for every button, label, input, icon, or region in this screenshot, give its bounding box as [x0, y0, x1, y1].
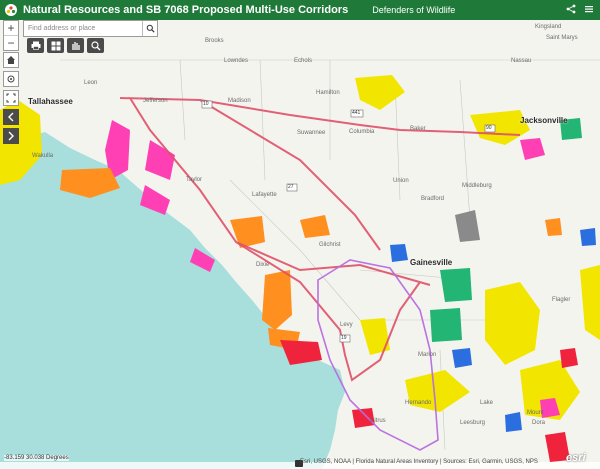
legend-button[interactable] — [67, 38, 84, 53]
app-logo-icon — [3, 2, 19, 18]
place-label: Mount — [527, 410, 544, 416]
water-resource — [390, 244, 408, 262]
share-icon[interactable] — [564, 2, 578, 16]
zoom-search-button[interactable] — [87, 38, 104, 53]
forest-area — [430, 308, 462, 342]
zoom-in-button[interactable]: + — [4, 21, 18, 35]
habitat-area — [262, 270, 292, 330]
menu-icon[interactable] — [582, 2, 596, 16]
search-input[interactable]: Find address or place — [24, 25, 142, 32]
coordinate-readout: -83.159 30.038 Degrees — [4, 455, 69, 461]
place-label: Lowndes — [224, 58, 249, 64]
protected-area — [145, 140, 175, 180]
habitat-area — [230, 216, 265, 248]
city-label: Tallahassee — [28, 97, 73, 106]
protected-area — [520, 138, 545, 160]
map-view[interactable]: 10 27 441 19 90 Brooks Lowndes Echols Ki… — [0, 20, 600, 469]
home-button[interactable] — [3, 52, 19, 68]
water-resource — [580, 228, 596, 246]
place-label: Leesburg — [460, 420, 486, 426]
app-subtitle: Defenders of Wildlife — [372, 5, 456, 15]
basemap-icon — [51, 41, 60, 50]
fullscreen-icon — [6, 93, 16, 103]
place-label: Marion — [418, 352, 437, 358]
city-label: Jacksonville — [520, 116, 568, 125]
place-label: Dora — [532, 420, 546, 426]
zoom-search-icon — [90, 40, 100, 50]
place-label: Suwannee — [297, 130, 326, 136]
basemap-button[interactable] — [47, 38, 64, 53]
place-label: Kingsland — [535, 24, 562, 30]
navigation-controls — [3, 52, 19, 147]
arrow-right-icon — [8, 131, 14, 141]
place-label: Flagler — [552, 297, 571, 303]
search-box[interactable]: Find address or place — [23, 20, 158, 37]
map-canvas — [0, 59, 600, 469]
fullscreen-button[interactable] — [3, 90, 19, 106]
place-label: Baker — [410, 126, 426, 132]
legend-icon — [71, 41, 80, 50]
locate-button[interactable] — [3, 71, 19, 87]
search-button[interactable] — [142, 21, 157, 36]
route-label: 10 — [203, 101, 209, 107]
app-header: Natural Resources and SB 7068 Proposed M… — [0, 0, 600, 20]
search-icon — [146, 24, 155, 33]
route-label: 19 — [341, 335, 347, 341]
back-button[interactable] — [3, 109, 19, 125]
place-label: Bradford — [421, 196, 445, 202]
route-label: 90 — [486, 125, 492, 131]
conservation-area — [485, 282, 540, 365]
place-label: Nassau — [511, 58, 532, 64]
place-label: Dixie — [256, 262, 270, 268]
place-label: Lafayette — [252, 192, 277, 198]
place-label: Brooks — [205, 38, 224, 44]
place-label: Taylor — [186, 177, 203, 183]
place-label: Hamilton — [316, 90, 340, 96]
water-resource — [505, 412, 522, 432]
place-label: Madison — [228, 98, 251, 104]
route-label: 27 — [288, 184, 294, 190]
conservation-area — [355, 75, 405, 110]
forest-area — [440, 268, 472, 302]
locate-icon — [7, 75, 15, 83]
gulf-water — [0, 132, 345, 469]
critical-area — [560, 348, 578, 368]
forward-button[interactable] — [3, 128, 19, 144]
place-label: Middleburg — [462, 183, 492, 189]
place-label: Columbia — [349, 129, 375, 135]
place-label: Leon — [84, 80, 98, 86]
place-label: Gilchrist — [319, 242, 341, 248]
place-label: Citrus — [370, 418, 386, 424]
place-label: Lake — [480, 400, 494, 406]
print-button[interactable] — [27, 38, 44, 53]
city-label: Gainesville — [410, 258, 453, 267]
conservation-area — [360, 318, 390, 355]
place-label: Union — [393, 178, 409, 184]
map-toolbar — [27, 38, 104, 53]
esri-logo: esri — [566, 452, 586, 464]
home-icon — [7, 56, 15, 64]
place-label: Saint Marys — [546, 35, 578, 41]
zoom-out-button[interactable]: − — [4, 35, 18, 50]
zoom-control: + − — [3, 20, 19, 51]
water-resource — [452, 348, 472, 368]
arrow-left-icon — [8, 112, 14, 122]
place-label: Echols — [294, 58, 313, 64]
place-label: Hernando — [405, 400, 432, 406]
place-label: Wakulla — [32, 153, 54, 159]
urban-area — [455, 210, 480, 242]
attribution-text: Esri, USGS, NOAA | Florida Natural Areas… — [300, 459, 538, 465]
habitat-area — [300, 215, 330, 238]
app-title: Natural Resources and SB 7068 Proposed M… — [23, 4, 349, 16]
habitat-area — [545, 218, 562, 236]
route-label: 441 — [352, 110, 361, 116]
place-label: Levy — [340, 322, 353, 328]
print-icon — [31, 41, 40, 50]
place-label: Jefferson — [143, 98, 168, 104]
conservation-area — [580, 265, 600, 340]
